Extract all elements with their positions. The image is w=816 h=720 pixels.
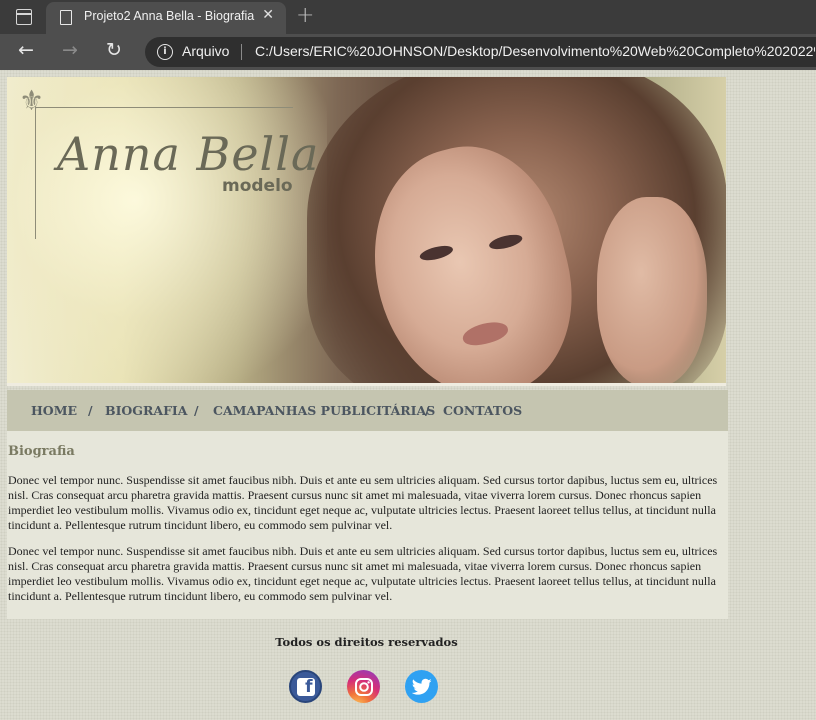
biography-paragraph: Donec vel tempor nunc. Suspendisse sit a… <box>8 473 718 532</box>
browser-tab-bar: Projeto2 Anna Bella - Biografia ✕ + <box>0 0 816 34</box>
nav-campanhas[interactable]: CAMAPANHAS PUBLICITÁRIAS <box>213 403 435 418</box>
nav-contatos[interactable]: CONTATOS <box>443 403 522 418</box>
nav-separator: / <box>88 403 93 418</box>
twitter-icon[interactable] <box>405 670 438 703</box>
banner-glow <box>7 77 327 386</box>
logo-frame-line <box>35 107 36 239</box>
brand-name: Anna Bella <box>57 127 320 181</box>
browser-tab[interactable]: Projeto2 Anna Bella - Biografia ✕ <box>46 2 286 34</box>
logo-frame-line <box>35 107 293 108</box>
back-arrow-icon[interactable]: ← <box>18 39 34 61</box>
info-icon[interactable]: i <box>157 44 173 60</box>
nav-separator: / <box>425 403 430 418</box>
address-label: Arquivo <box>182 43 230 59</box>
browser-toolbar: ← → ↻ i Arquivo C:/Users/ERIC%20JOHNSON/… <box>0 34 816 70</box>
model-eye-left <box>418 243 455 263</box>
nav-biografia[interactable]: BIOGRAFIA <box>105 403 187 418</box>
facebook-glyph: f <box>296 677 315 696</box>
twitter-glyph <box>411 678 432 695</box>
tab-actions-icon[interactable] <box>16 9 32 25</box>
address-bar[interactable]: i Arquivo C:/Users/ERIC%20JOHNSON/Deskto… <box>145 37 816 67</box>
footer-rights: Todos os direitos reservados <box>275 635 458 649</box>
model-lips <box>460 318 511 349</box>
fleur-de-lis-icon: ⚜ <box>19 84 45 117</box>
refresh-icon[interactable]: ↻ <box>106 39 122 61</box>
section-title: Biografia <box>8 444 75 459</box>
banner-border <box>7 383 726 386</box>
new-tab-icon[interactable]: + <box>296 3 314 28</box>
forward-arrow-icon[interactable]: → <box>62 39 78 61</box>
tab-title: Projeto2 Anna Bella - Biografia <box>84 9 255 23</box>
close-tab-icon[interactable]: ✕ <box>262 7 274 23</box>
brand-subtitle: modelo <box>222 176 293 196</box>
model-eye-right <box>487 232 524 252</box>
nav-home[interactable]: HOME <box>31 403 77 418</box>
page-icon <box>60 10 72 25</box>
biography-section: Biografia Donec vel tempor nunc. Suspend… <box>7 431 728 619</box>
address-divider <box>241 44 242 60</box>
instagram-icon[interactable] <box>347 670 380 703</box>
model-photo-hand <box>597 197 707 386</box>
address-url[interactable]: C:/Users/ERIC%20JOHNSON/Desktop/Desenvol… <box>255 43 815 59</box>
header-banner: ⚜ Anna Bella modelo <box>7 77 726 386</box>
main-nav: HOME / BIOGRAFIA / CAMAPANHAS PUBLICITÁR… <box>7 390 728 431</box>
instagram-glyph <box>354 677 373 696</box>
nav-separator: / <box>194 403 199 418</box>
facebook-icon[interactable]: f <box>289 670 322 703</box>
biography-paragraph: Donec vel tempor nunc. Suspendisse sit a… <box>8 544 718 603</box>
